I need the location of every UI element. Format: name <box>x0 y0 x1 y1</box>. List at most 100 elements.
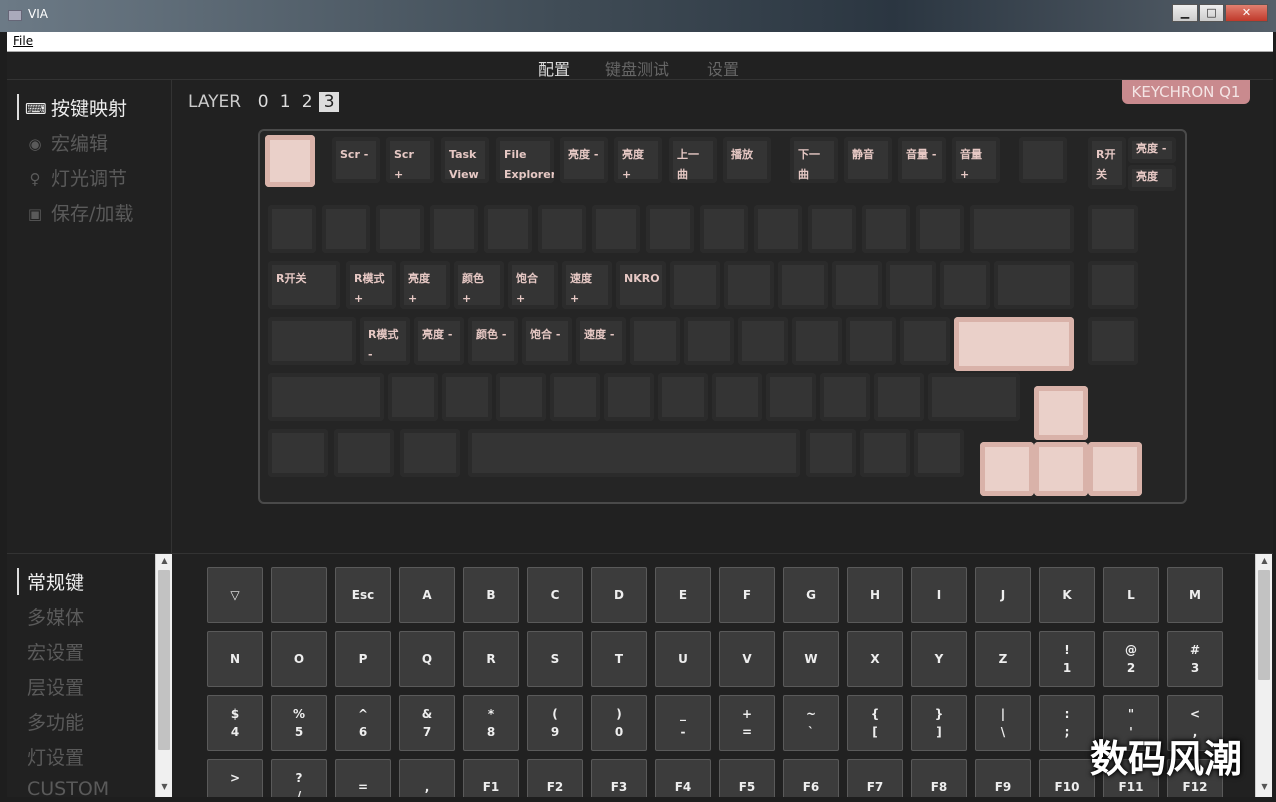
keyboard-key[interactable] <box>700 205 748 253</box>
keyboard-key[interactable]: 静音 <box>844 137 892 183</box>
palette-key[interactable]: _ - <box>655 695 711 751</box>
keyboard-key[interactable] <box>766 373 816 421</box>
palette-key[interactable]: X <box>847 631 903 687</box>
keyboard-key[interactable]: 上一曲 <box>669 137 717 183</box>
palette-key[interactable]: E <box>655 567 711 623</box>
keyboard-key[interactable] <box>1019 137 1067 183</box>
keyboard-key[interactable] <box>886 261 936 309</box>
keyboard-key[interactable]: 速度 + <box>562 261 612 309</box>
keyboard-key[interactable] <box>468 429 800 477</box>
keyboard-key[interactable]: File Explorer <box>496 137 554 183</box>
palette-key[interactable]: $4 <box>207 695 263 751</box>
keyboard-key[interactable] <box>268 317 356 365</box>
palette-key[interactable] <box>271 567 327 623</box>
keyboard-key[interactable] <box>846 317 896 365</box>
keyboard-key[interactable] <box>914 429 964 477</box>
palette-key[interactable]: = <box>335 759 391 797</box>
layer-2-button[interactable]: 2 <box>297 92 317 112</box>
keyboard-key[interactable]: 饱合 + <box>508 261 558 309</box>
palette-key[interactable]: F6 <box>783 759 839 797</box>
keyboard-key[interactable]: 亮度 - <box>560 137 608 183</box>
keyboard-key[interactable]: 亮度 + <box>1128 165 1176 191</box>
keyboard-key[interactable] <box>724 261 774 309</box>
layer-0-button[interactable]: 0 <box>253 92 273 112</box>
sidebar-item-keymap[interactable]: ⌨ 按键映射 <box>17 94 127 120</box>
keyboard-key[interactable] <box>754 205 802 253</box>
palette-scrollbar[interactable]: ▲ ▼ <box>1255 554 1272 797</box>
scrollbar-thumb[interactable] <box>1258 570 1270 680</box>
keyboard-key[interactable] <box>860 429 910 477</box>
keyboard-key[interactable] <box>430 205 478 253</box>
keyboard-key[interactable] <box>1088 261 1138 309</box>
keyboard-key[interactable]: 亮度 + <box>614 137 662 183</box>
keyboard-key[interactable] <box>778 261 828 309</box>
sidebar-item-macros[interactable]: ◉ 宏编辑 <box>25 129 108 155</box>
palette-key[interactable]: A <box>399 567 455 623</box>
keyboard-key[interactable]: 颜色 + <box>454 261 504 309</box>
palette-key[interactable]: F1 <box>463 759 519 797</box>
keyboard-key[interactable] <box>900 317 950 365</box>
palette-key[interactable]: }] <box>911 695 967 751</box>
keyboard-key[interactable]: 音量 - <box>898 137 946 183</box>
palette-key[interactable]: ! 1 <box>1039 631 1095 687</box>
keyboard-key[interactable]: 音量 + <box>952 137 1000 183</box>
keyboard-key[interactable] <box>268 205 316 253</box>
keyboard-key[interactable] <box>646 205 694 253</box>
scroll-down-icon[interactable]: ▼ <box>159 782 170 791</box>
palette-key[interactable]: , <box>399 759 455 797</box>
keyboard-key[interactable] <box>268 373 384 421</box>
menu-file[interactable]: File <box>13 34 33 48</box>
palette-key[interactable]: + = <box>719 695 775 751</box>
category-item[interactable]: 宏设置 <box>27 638 84 665</box>
keyboard-key[interactable] <box>658 373 708 421</box>
keyboard-key[interactable] <box>268 429 328 477</box>
palette-key[interactable]: N <box>207 631 263 687</box>
palette-key[interactable]: & 7 <box>399 695 455 751</box>
scrollbar-thumb[interactable] <box>158 570 170 750</box>
keyboard-key[interactable] <box>994 261 1074 309</box>
minimize-button[interactable]: ▁ <box>1172 4 1198 22</box>
keyboard-key[interactable]: 下一曲 <box>790 137 838 183</box>
palette-key[interactable]: W <box>783 631 839 687</box>
keyboard-key[interactable]: 亮度 - <box>414 317 464 365</box>
palette-key[interactable]: F2 <box>527 759 583 797</box>
palette-key[interactable]: J <box>975 567 1031 623</box>
palette-key[interactable]: F3 <box>591 759 647 797</box>
category-item[interactable]: 常规键 <box>17 568 84 595</box>
sidebar-item-save-load[interactable]: ▣ 保存/加载 <box>25 199 134 225</box>
tab-configure[interactable]: 配置 <box>538 56 570 80</box>
palette-key[interactable]: I <box>911 567 967 623</box>
palette-key[interactable]: V <box>719 631 775 687</box>
palette-key[interactable]: T <box>591 631 647 687</box>
keyboard-key[interactable] <box>322 205 370 253</box>
keyboard-key[interactable] <box>970 205 1074 253</box>
palette-key[interactable]: #3 <box>1167 631 1223 687</box>
category-scrollbar[interactable]: ▲ ▼ <box>155 554 172 797</box>
palette-key[interactable]: :; <box>1039 695 1095 751</box>
keyboard-key[interactable] <box>538 205 586 253</box>
keyboard-key[interactable]: R模式 + <box>346 261 396 309</box>
palette-key[interactable]: Esc <box>335 567 391 623</box>
keyboard-key[interactable] <box>1088 442 1142 496</box>
palette-key[interactable]: G <box>783 567 839 623</box>
category-item[interactable]: 层设置 <box>27 673 84 700</box>
keyboard-key[interactable] <box>400 429 460 477</box>
keyboard-key[interactable] <box>376 205 424 253</box>
palette-key[interactable]: ~ ` <box>783 695 839 751</box>
palette-key[interactable]: ? / <box>271 759 327 797</box>
keyboard-key[interactable] <box>670 261 720 309</box>
maximize-button[interactable]: □ <box>1199 4 1224 22</box>
palette-key[interactable]: F5 <box>719 759 775 797</box>
keyboard-key[interactable]: 播放 <box>723 137 771 183</box>
keyboard-key[interactable]: Scr - <box>332 137 380 183</box>
keyboard-key[interactable]: 亮度 + <box>400 261 450 309</box>
scroll-up-icon[interactable]: ▲ <box>1259 556 1270 565</box>
keyboard-key[interactable] <box>954 317 1074 371</box>
keyboard-key[interactable]: R开关 <box>1088 137 1126 189</box>
palette-key[interactable]: C <box>527 567 583 623</box>
palette-key[interactable]: {[ <box>847 695 903 751</box>
keyboard-key[interactable] <box>1088 317 1138 365</box>
palette-key[interactable]: F <box>719 567 775 623</box>
palette-key[interactable]: M <box>1167 567 1223 623</box>
transparent-key[interactable]: ▽ <box>207 567 263 623</box>
